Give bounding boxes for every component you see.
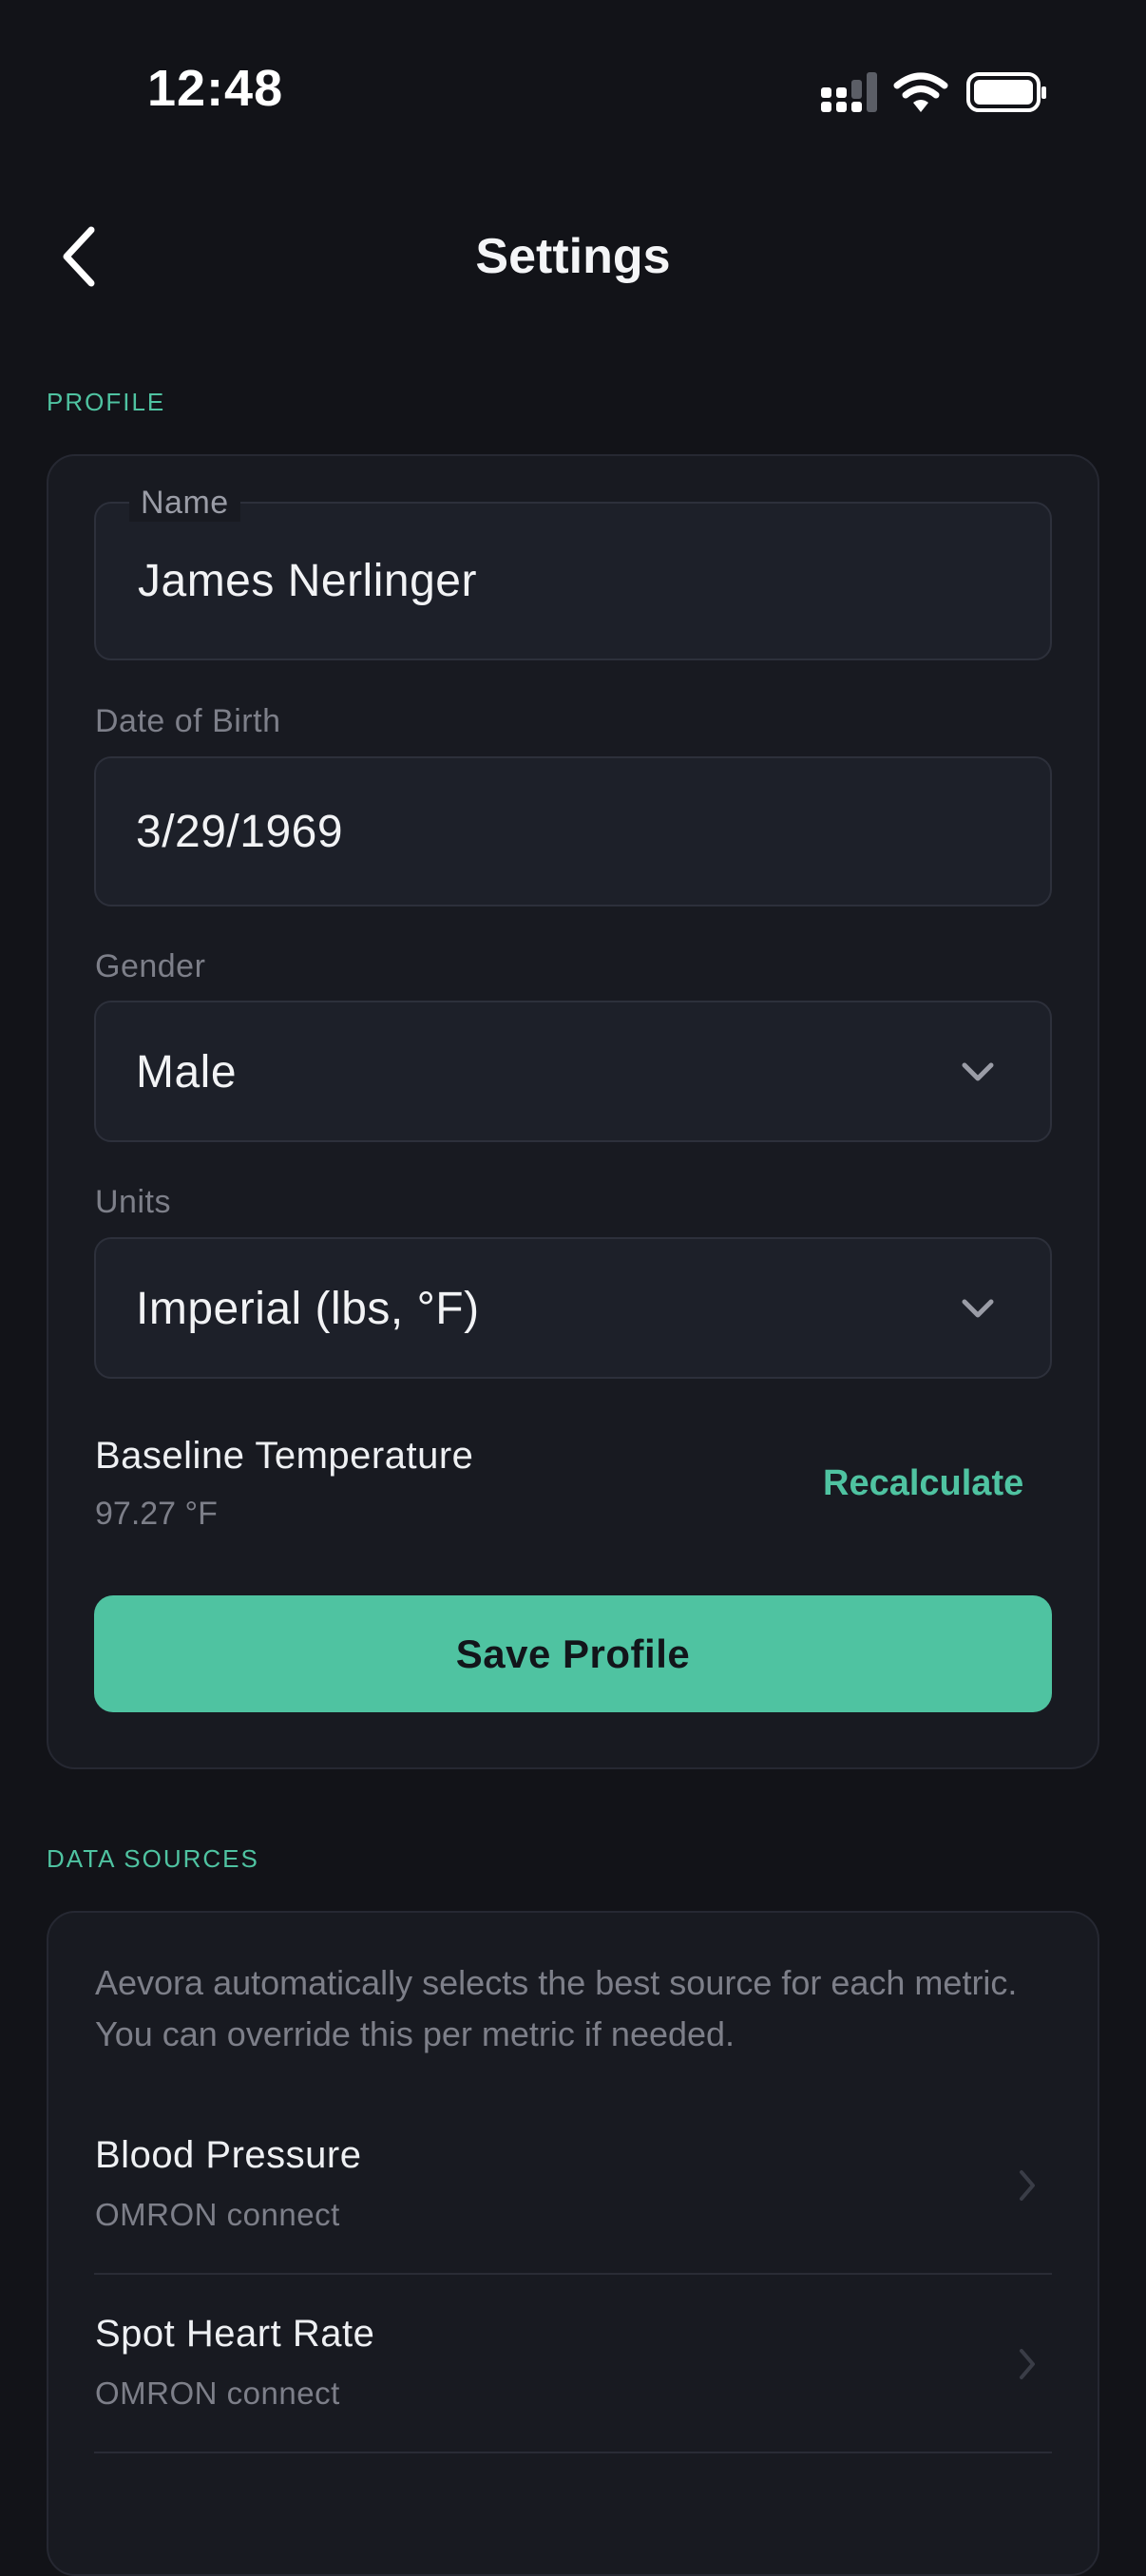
- data-source-row-spot-heart-rate[interactable]: Spot Heart Rate OMRON connect: [94, 2275, 1052, 2453]
- chevron-right-icon: [1020, 2349, 1035, 2379]
- dob-value: 3/29/1969: [136, 807, 344, 857]
- cellular-signal-icon: [821, 72, 877, 112]
- gender-value: Male: [136, 1047, 238, 1097]
- gender-select[interactable]: Male: [94, 1001, 1052, 1142]
- name-value: James Nerlinger: [138, 556, 477, 606]
- gender-label: Gender: [95, 948, 206, 984]
- chevron-down-icon: [962, 1062, 994, 1081]
- units-value: Imperial (lbs, °F): [136, 1284, 480, 1334]
- profile-section-label: PROFILE: [47, 388, 166, 416]
- baseline-temperature-value: 97.27 °F: [95, 1496, 218, 1532]
- recalculate-button[interactable]: Recalculate: [823, 1463, 1023, 1504]
- save-profile-button[interactable]: Save Profile: [94, 1595, 1052, 1712]
- dob-label: Date of Birth: [95, 703, 281, 739]
- data-source-row-blood-pressure[interactable]: Blood Pressure OMRON connect: [94, 2096, 1052, 2275]
- status-time: 12:48: [147, 60, 284, 117]
- name-label: Name: [129, 485, 240, 522]
- data-source-title: Blood Pressure: [95, 2134, 362, 2176]
- wifi-icon: [893, 72, 948, 112]
- data-sources-description: Aevora automatically selects the best so…: [95, 1963, 1018, 2053]
- page-title: Settings: [475, 229, 671, 284]
- chevron-right-icon: [1020, 2170, 1035, 2201]
- baseline-temperature-title: Baseline Temperature: [95, 1435, 474, 1477]
- data-source-title: Spot Heart Rate: [95, 2313, 375, 2355]
- units-label: Units: [95, 1184, 171, 1220]
- row-divider: [94, 2452, 1052, 2453]
- name-field[interactable]: James Nerlinger: [94, 502, 1052, 660]
- data-source-provider: OMRON connect: [95, 2376, 340, 2411]
- status-icons: [821, 72, 1046, 112]
- chevron-down-icon: [962, 1299, 994, 1318]
- data-source-provider: OMRON connect: [95, 2197, 340, 2232]
- data-sources-section-label: DATA SOURCES: [47, 1844, 259, 1873]
- units-select[interactable]: Imperial (lbs, °F): [94, 1237, 1052, 1379]
- battery-icon: [966, 72, 1046, 112]
- dob-field[interactable]: 3/29/1969: [94, 756, 1052, 906]
